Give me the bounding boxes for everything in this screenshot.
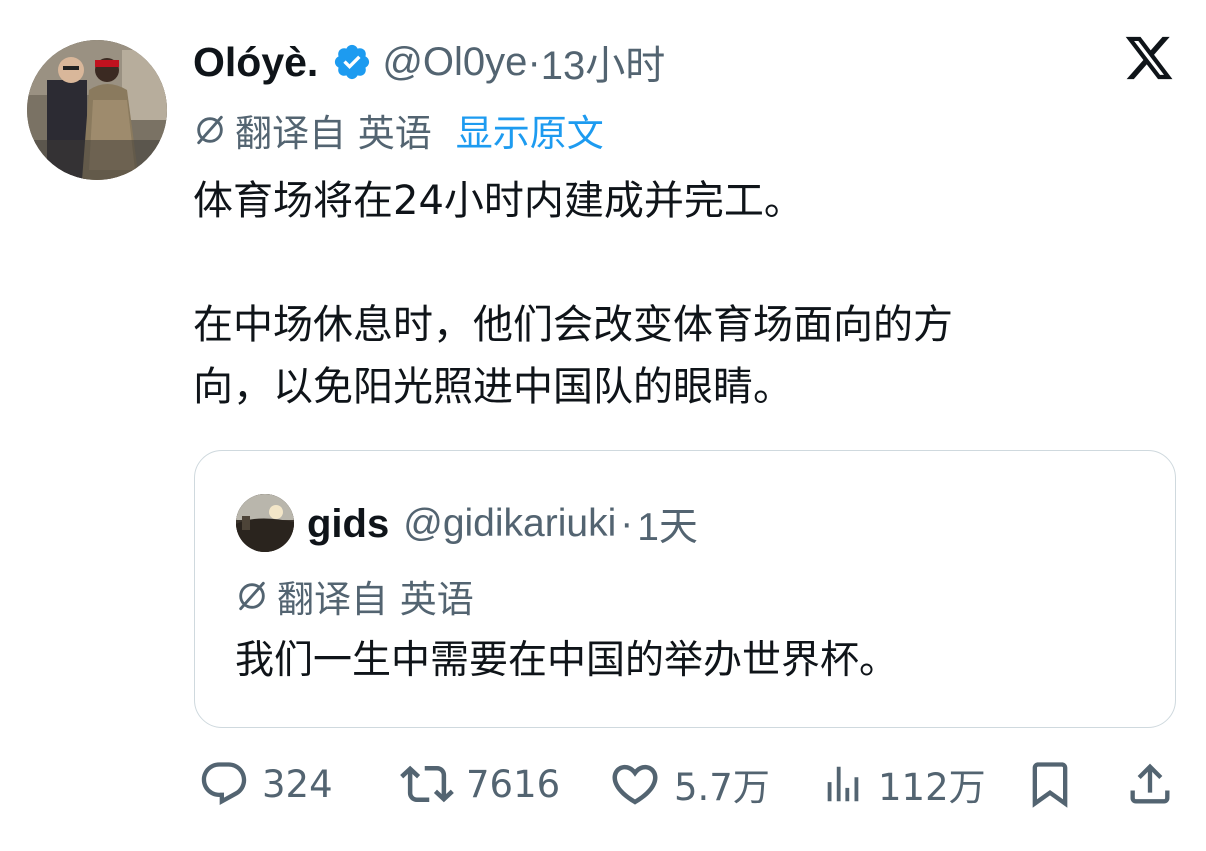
x-logo-icon	[1125, 36, 1173, 80]
reply-count: 324	[262, 762, 333, 806]
show-original-link[interactable]: 显示原文	[456, 103, 604, 157]
quote-author-avatar[interactable]	[236, 494, 294, 552]
translate-icon	[239, 581, 265, 611]
quote-translated-from-label: 翻译自 英语	[277, 578, 474, 621]
tweet-text-line: 向，以免阳光照进中国队的眼睛。	[193, 364, 793, 410]
bookmark-button[interactable]	[1024, 756, 1076, 812]
verified-badge-icon	[335, 44, 370, 80]
tweet-action-bar: 324 7616 5.7万 112万	[194, 756, 1184, 812]
translated-from-label: 翻译自 英语	[235, 112, 432, 155]
author-handle[interactable]: @Ol0ye	[382, 40, 527, 85]
heart-icon	[612, 764, 658, 805]
tweet-header: Olóyè. @Ol0ye · 13小时	[193, 34, 665, 90]
quote-text: 我们一生中需要在中国的举办世界杯。	[235, 638, 899, 683]
repost-icon	[400, 765, 454, 803]
translation-row: 翻译自 英语 显示原文	[193, 104, 604, 156]
quote-avatar-photo	[236, 494, 294, 552]
views-button[interactable]: 112万	[820, 756, 986, 812]
quote-time[interactable]: 1天	[637, 496, 698, 552]
bookmark-icon	[1032, 762, 1068, 808]
meta-separator: ·	[527, 39, 541, 84]
views-count: 112万	[878, 766, 986, 809]
share-button[interactable]	[1124, 756, 1176, 812]
quoted-tweet-card[interactable]: gids @gidikariuki · 1天 翻译自 英语 我们一生中需要在中国…	[194, 450, 1176, 728]
tweet-time[interactable]: 13小时	[541, 33, 666, 91]
translate-icon	[197, 115, 223, 145]
author-display-name[interactable]: Olóyè.	[193, 39, 318, 86]
avatar-photo	[27, 40, 167, 180]
repost-count: 7616	[466, 762, 561, 806]
like-count: 5.7万	[674, 766, 770, 809]
tweet-text-line: 在中场休息时，他们会改变体育场面向的方	[193, 302, 953, 348]
author-avatar[interactable]	[27, 40, 167, 180]
quote-author-name[interactable]: gids	[307, 502, 389, 547]
meta-separator: ·	[620, 502, 634, 545]
quote-header: gids @gidikariuki · 1天	[307, 497, 698, 551]
reply-icon	[201, 762, 247, 806]
tweet-text: 体育场将在24小时内建成并完工。 在中场休息时，他们会改变体育场面向的方 向，以…	[193, 170, 1153, 418]
like-button[interactable]: 5.7万	[608, 756, 770, 812]
quote-translation-row: 翻译自 英语	[235, 571, 474, 621]
quote-author-handle[interactable]: @gidikariuki	[403, 502, 616, 546]
reply-button[interactable]: 324	[198, 756, 333, 812]
repost-button[interactable]: 7616	[400, 756, 560, 812]
views-chart-icon	[827, 766, 859, 802]
share-icon	[1130, 763, 1170, 804]
tweet-text-line: 体育场将在24小时内建成并完工。	[193, 178, 804, 224]
